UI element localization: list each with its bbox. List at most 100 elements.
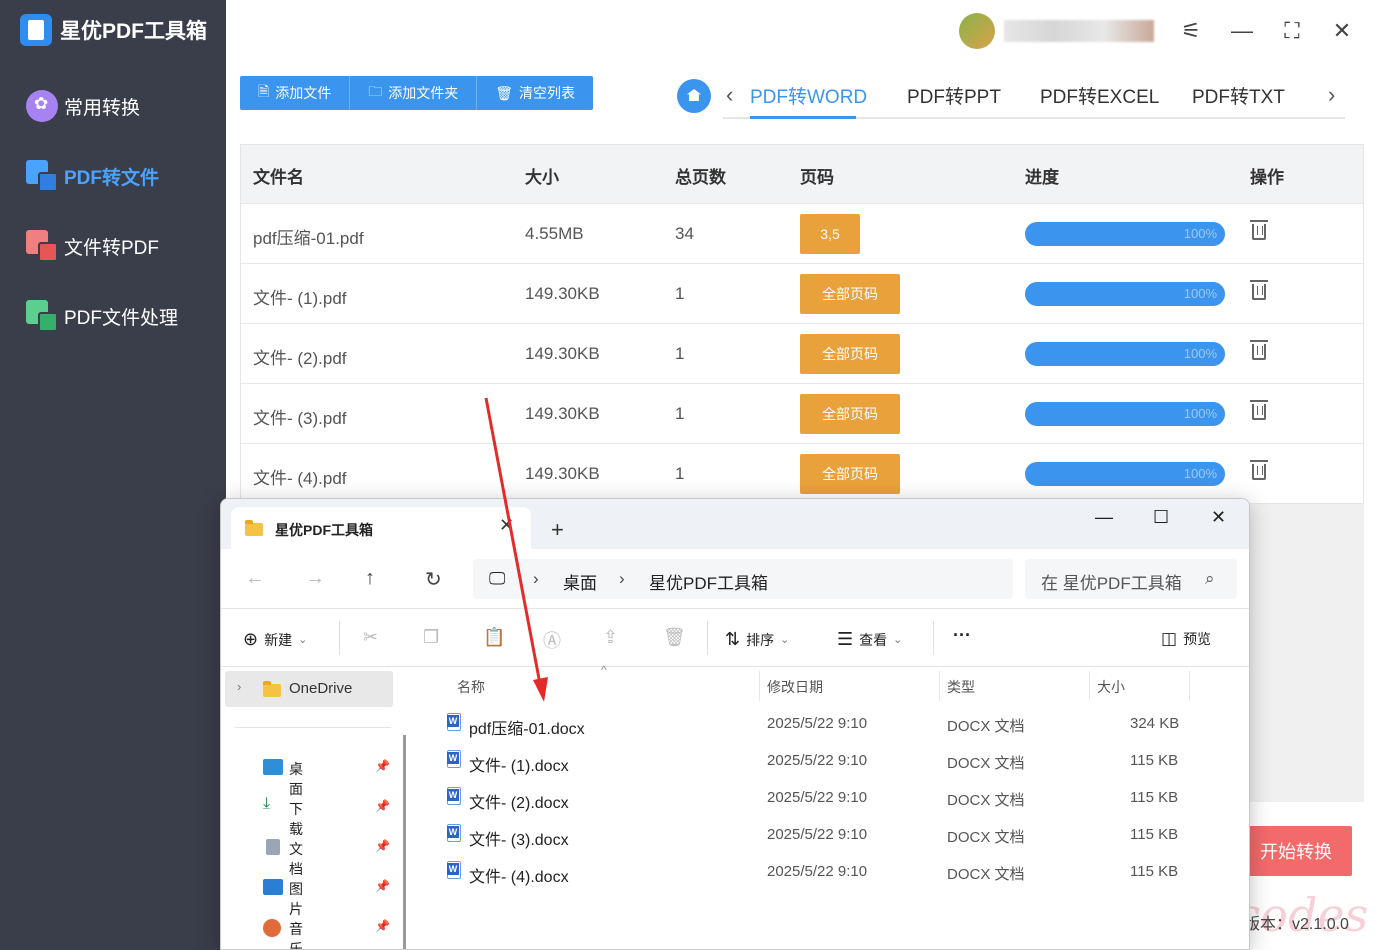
refresh-icon[interactable]: ↻: [425, 567, 442, 592]
tab-pdf-to-word[interactable]: PDF转WORD: [750, 82, 867, 109]
page-range-button[interactable]: 全部页码: [800, 274, 900, 314]
chevron-right-icon: ›: [533, 569, 539, 588]
cut-icon[interactable]: ✂: [363, 627, 378, 648]
blurred-username: [1004, 20, 1154, 42]
page-range-button[interactable]: 全部页码: [800, 454, 900, 494]
col-type[interactable]: 类型: [947, 677, 975, 697]
col-total-pages: 总页数: [675, 168, 726, 187]
explorer-tabbar: 星优PDF工具箱 ✕ + — ☐ ✕: [221, 499, 1249, 549]
col-size[interactable]: 大小: [1097, 677, 1125, 697]
clear-list-button[interactable]: 🗑 清空列表: [477, 76, 593, 110]
explorer-tab[interactable]: 星优PDF工具箱 ✕: [231, 507, 531, 549]
search-icon: ⌕: [1205, 569, 1215, 588]
nav-label: 文档: [289, 841, 303, 877]
page-range-button[interactable]: 3,5: [800, 214, 860, 254]
home-icon[interactable]: [677, 79, 711, 113]
folder-icon: [245, 520, 263, 536]
tab-pdf-to-excel[interactable]: PDF转EXCEL: [1040, 82, 1159, 109]
delete-icon[interactable]: [1250, 460, 1268, 480]
sort-button[interactable]: ⇅ 排序 ⌄: [725, 629, 789, 650]
sidebar-item-pdf-process[interactable]: PDF文件处理: [26, 298, 178, 334]
maximize-icon[interactable]: ⛶: [1277, 16, 1307, 46]
maximize-icon[interactable]: ☐: [1153, 507, 1169, 528]
chevron-down-icon: ⌄: [893, 634, 903, 646]
breadcrumb-folder[interactable]: 星优PDF工具箱: [649, 569, 768, 594]
new-label: 新建: [264, 631, 293, 648]
delete-icon[interactable]: [1250, 280, 1268, 300]
copy-icon[interactable]: ❐: [423, 627, 439, 648]
delete-icon[interactable]: [1250, 220, 1268, 240]
sidebar-item-pdf-to-file[interactable]: PDF转文件: [26, 158, 159, 194]
list-item[interactable]: 文件- (2).docx 2025/5/22 9:10 DOCX 文档 115 …: [417, 781, 1249, 817]
pdf-process-icon: [26, 300, 58, 332]
chevron-right-icon[interactable]: ›: [1328, 82, 1335, 108]
new-tab-icon[interactable]: +: [551, 517, 564, 543]
rename-icon[interactable]: Ⓐ: [543, 627, 561, 653]
file-size: 115 KB: [1130, 863, 1179, 880]
delete-icon[interactable]: 🗑: [663, 627, 686, 648]
delete-icon[interactable]: [1250, 400, 1268, 420]
forward-arrow-icon[interactable]: →: [305, 567, 325, 590]
chevron-down-icon: ⌄: [298, 634, 308, 646]
breadcrumb-desktop[interactable]: 桌面: [563, 569, 597, 594]
col-actions: 操作: [1250, 168, 1284, 187]
add-file-button[interactable]: 🗎 添加文件: [240, 76, 351, 110]
onedrive-label: OneDrive: [289, 680, 353, 697]
word-doc-icon: [447, 750, 461, 768]
page-range-button[interactable]: 全部页码: [800, 394, 900, 434]
col-modified[interactable]: 修改日期: [767, 677, 823, 697]
view-label: 查看: [859, 631, 888, 648]
tab-pdf-to-ppt[interactable]: PDF转PPT: [907, 82, 1001, 109]
more-options-button[interactable]: ···: [953, 625, 971, 646]
up-arrow-icon[interactable]: ↑: [365, 567, 375, 590]
chevron-left-icon[interactable]: ‹: [726, 82, 733, 108]
sidebar-item-common-convert[interactable]: 常用转换: [26, 88, 140, 124]
new-button[interactable]: ⊕ 新建 ⌄: [243, 629, 307, 650]
page-range-button[interactable]: 全部页码: [800, 334, 900, 374]
minimize-icon[interactable]: —: [1095, 507, 1113, 528]
list-item[interactable]: 文件- (3).docx 2025/5/22 9:10 DOCX 文档 115 …: [417, 818, 1249, 854]
pin-icon: 📌: [375, 839, 390, 853]
minimize-icon[interactable]: —: [1227, 16, 1257, 46]
settings-sliders-icon[interactable]: ⚟: [1176, 16, 1206, 46]
list-item[interactable]: pdf压缩-01.docx 2025/5/22 9:10 DOCX 文档 324…: [417, 707, 1249, 743]
close-icon[interactable]: ✕: [1327, 16, 1357, 46]
preview-button[interactable]: ◫ 预览: [1161, 629, 1211, 649]
toolbar: 🗎 添加文件 🗀 添加文件夹 🗑 清空列表: [240, 76, 594, 110]
table-row: 文件- (2).pdf 149.30KB 1 全部页码 100%: [241, 323, 1363, 383]
file-size: 4.55MB: [525, 224, 584, 243]
pane-scrollbar[interactable]: [403, 735, 406, 949]
file-name: 文件- (1).docx: [469, 758, 569, 775]
app-logo-icon: [20, 14, 52, 46]
view-list-icon: ☰: [837, 629, 854, 649]
back-arrow-icon[interactable]: ←: [245, 567, 265, 590]
tab-active-indicator: [750, 116, 856, 119]
divider: [1089, 671, 1090, 701]
share-icon[interactable]: ⇪: [603, 627, 618, 648]
nav-onedrive[interactable]: › OneDrive: [225, 671, 393, 707]
user-avatar[interactable]: [959, 13, 995, 49]
list-item[interactable]: 文件- (4).docx 2025/5/22 9:10 DOCX 文档 115 …: [417, 855, 1249, 891]
start-convert-button[interactable]: 开始转换: [1240, 826, 1352, 876]
delete-icon[interactable]: [1250, 340, 1268, 360]
tab-close-icon[interactable]: ✕: [499, 515, 514, 536]
list-item[interactable]: 文件- (1).docx 2025/5/22 9:10 DOCX 文档 115 …: [417, 744, 1249, 780]
tab-pdf-to-txt[interactable]: PDF转TXT: [1192, 82, 1285, 109]
add-folder-button[interactable]: 🗀 添加文件夹: [350, 76, 478, 110]
close-icon[interactable]: ✕: [1211, 507, 1226, 528]
table-row: 文件- (4).pdf 149.30KB 1 全部页码 100%: [241, 443, 1363, 503]
nav-label: 图片: [289, 881, 303, 917]
file-size: 115 KB: [1130, 789, 1179, 806]
address-bar[interactable]: 🖵 › 桌面 › 星优PDF工具箱: [473, 559, 1013, 599]
trash-icon: 🗑: [495, 84, 514, 101]
folder-icon: [263, 681, 281, 697]
paste-icon[interactable]: 📋: [483, 627, 505, 648]
col-name[interactable]: 名称: [457, 677, 485, 697]
search-input[interactable]: 在 星优PDF工具箱 ⌕: [1025, 559, 1237, 599]
desktop-icon: [263, 759, 283, 775]
progress-text: 100%: [1183, 406, 1217, 421]
word-doc-icon: [447, 861, 461, 879]
sidebar-item-file-to-pdf[interactable]: 文件转PDF: [26, 228, 159, 264]
word-doc-icon: [447, 824, 461, 842]
view-button[interactable]: ☰ 查看 ⌄: [837, 629, 902, 650]
